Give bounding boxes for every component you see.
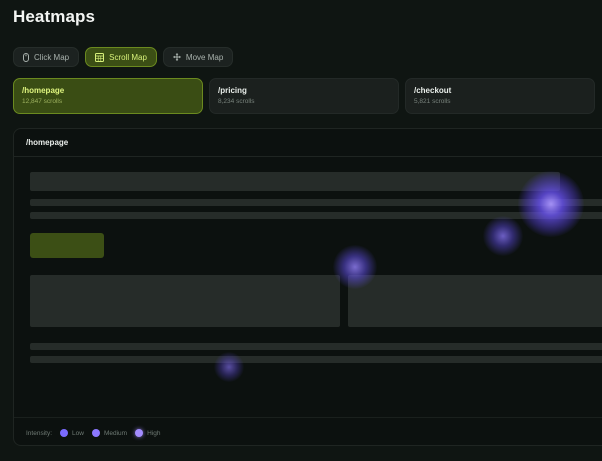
heatmap-type-tabs: Click Map Scroll Map Move Map: [13, 47, 234, 67]
legend-dot-low: [60, 429, 69, 437]
tab-click-map[interactable]: Click Map: [13, 47, 80, 67]
tab-click-map-label: Click Map: [34, 52, 70, 62]
page-card-pricing[interactable]: /pricing 8,234 scrolls: [209, 78, 399, 114]
legend-text: Low: [72, 429, 84, 437]
legend-label: Intensity:: [26, 429, 53, 437]
tab-scroll-map-label: Scroll Map: [109, 52, 147, 62]
panel-title: /homepage: [14, 129, 602, 157]
heatmaps-page: Heatmaps Click Map Scroll Map Move Map /…: [0, 0, 602, 461]
legend-text: Medium: [103, 429, 128, 437]
tab-scroll-map[interactable]: Scroll Map: [85, 47, 157, 67]
legend-item-medium: Medium: [91, 429, 128, 437]
move-arrows-icon: [173, 53, 181, 61]
preview-header-block: [30, 172, 560, 191]
page-scroll-count: 5,821 scrolls: [414, 98, 451, 105]
preview-text-line: [30, 356, 602, 363]
page-path: /pricing: [218, 86, 247, 95]
page-path: /homepage: [22, 86, 65, 95]
page-scroll-count: 12,847 scrolls: [22, 98, 63, 105]
preview-card-left: [30, 275, 340, 327]
page-path: /checkout: [414, 86, 452, 95]
preview-card-right: [348, 275, 602, 327]
preview-text-line: [30, 199, 602, 206]
intensity-legend: Intensity: Low Medium High: [26, 429, 160, 437]
tab-move-map-label: Move Map: [185, 52, 224, 62]
preview-cta-button: [30, 233, 104, 258]
legend-item-low: Low: [60, 429, 84, 437]
panel-footer-divider: [14, 417, 602, 418]
tab-move-map[interactable]: Move Map: [162, 47, 234, 67]
page-selector: /homepage 12,847 scrolls /pricing 8,234 …: [13, 78, 595, 114]
page-title: Heatmaps: [13, 7, 96, 26]
page-card-checkout[interactable]: /checkout 5,821 scrolls: [405, 78, 595, 114]
page-card-homepage[interactable]: /homepage 12,847 scrolls: [13, 78, 203, 114]
preview-text-line: [30, 212, 602, 219]
page-scroll-count: 8,234 scrolls: [218, 98, 255, 105]
mouse-icon: [23, 52, 29, 62]
calendar-grid-icon: [95, 52, 105, 62]
heatmap-panel: /homepage Intensity: Low Medium High: [13, 128, 602, 446]
page-preview[interactable]: [14, 157, 602, 417]
legend-item-high: High: [135, 429, 160, 437]
legend-dot-high: [135, 429, 144, 437]
legend-text: High: [147, 429, 161, 437]
legend-dot-medium: [91, 429, 100, 437]
heat-spot-medium: [483, 216, 523, 256]
preview-text-line: [30, 343, 602, 350]
